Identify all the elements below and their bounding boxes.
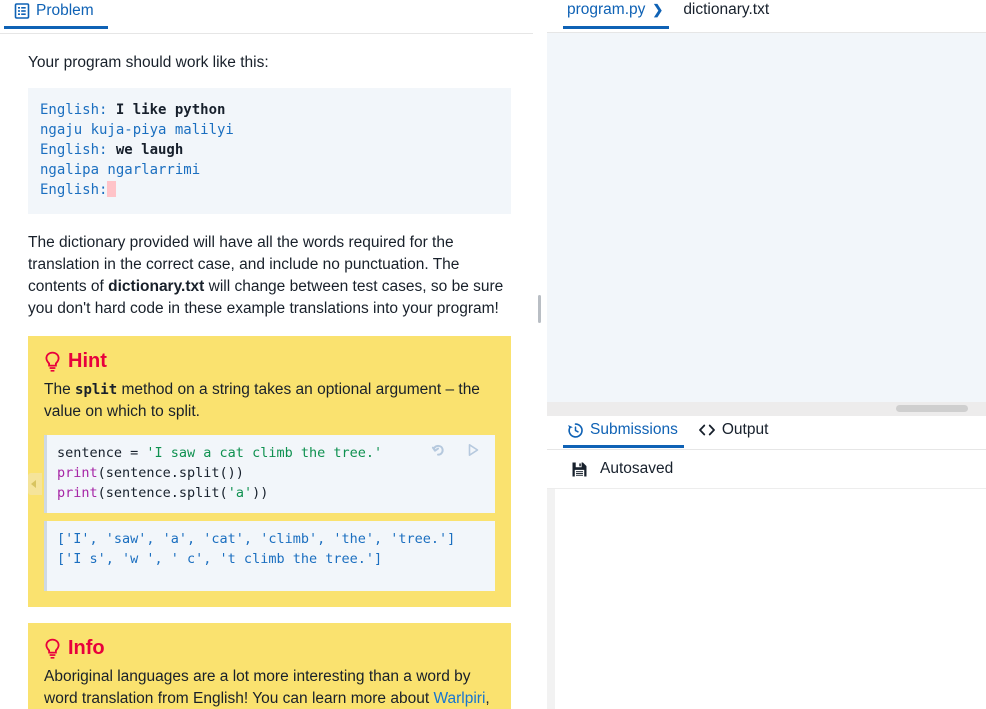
floppy-save-icon	[571, 461, 588, 478]
hint-code-line3-b: ))	[252, 485, 269, 501]
hint-output-line2: ['I s', 'w ', ' c', 't climb the tree.']	[57, 551, 383, 567]
undo-arrow-icon[interactable]	[429, 441, 447, 459]
sample-console-output: English: I like python ngaju kuja-piya m…	[28, 88, 511, 214]
hint-editor-wrap: sentence = 'I saw a cat climb the tree.'…	[28, 435, 495, 591]
hint-callout: Hint The split method on a string takes …	[28, 336, 511, 607]
tab-output[interactable]: Output	[694, 420, 785, 447]
hint-code-line2-fn: print	[57, 465, 98, 481]
intro-text: Your program should work like this:	[28, 54, 269, 71]
info-body: Aboriginal languages are a lot more inte…	[44, 666, 495, 709]
hint-code-line1-a: sentence =	[57, 445, 147, 461]
hint-code-output: ['I', 'saw', 'a', 'cat', 'climb', 'the',…	[44, 521, 495, 591]
hint-code-line1-string: 'I saw a cat climb the tree.'	[146, 445, 383, 461]
tab-output-label: Output	[721, 421, 769, 438]
hint-editor-actions	[429, 441, 481, 459]
hint-code-line3-string: 'a'	[227, 485, 253, 501]
hint-code-line2-rest: (sentence.split())	[97, 465, 244, 481]
tab-problem[interactable]: Problem	[4, 0, 108, 29]
description-text: The dictionary provided will have all th…	[28, 232, 505, 320]
autosave-status-row: Autosaved	[547, 450, 986, 489]
play-icon[interactable]	[465, 442, 481, 458]
tab-dictionary-txt[interactable]: dictionary.txt	[679, 0, 785, 28]
sample-input-2: we laugh	[115, 142, 184, 158]
editor-hscroll-thumb[interactable]	[896, 405, 968, 412]
tab-submissions-label: Submissions	[590, 421, 678, 438]
sample-translation-1: ngaju kuja-piya malilyi	[40, 122, 234, 138]
hint-title-label: Hint	[68, 350, 107, 372]
code-editor[interactable]	[547, 33, 986, 416]
hint-body: The split method on a string takes an op…	[44, 379, 495, 423]
lightbulb-icon	[44, 638, 61, 659]
tab-dictionary-txt-label: dictionary.txt	[683, 1, 770, 18]
file-tabbar: program.py ❯ dictionary.txt	[547, 0, 986, 33]
tab-problem-label: Problem	[36, 2, 94, 19]
problem-tabbar: Problem	[0, 0, 533, 34]
info-title-row: Info	[44, 637, 495, 660]
editor-hscroll-track[interactable]	[547, 402, 986, 416]
hint-inline-code: split	[75, 382, 118, 398]
sample-prompt-1: English:	[40, 102, 116, 118]
problem-panel: Problem Your program should work like th…	[0, 0, 533, 709]
hint-text-1: The	[44, 381, 76, 398]
console-cursor	[107, 181, 117, 197]
sample-prompt-3: English:	[40, 182, 108, 198]
info-callout: Info Aboriginal languages are a lot more…	[28, 623, 511, 709]
hint-code-editor[interactable]: sentence = 'I saw a cat climb the tree.'…	[44, 435, 495, 513]
description-filename: dictionary.txt	[108, 278, 205, 295]
splitter-grip[interactable]	[538, 295, 541, 323]
link-warlpiri[interactable]: Warlpiri	[433, 690, 485, 707]
lightbulb-icon	[44, 351, 61, 372]
document-list-icon	[14, 3, 30, 19]
problem-content-scroll[interactable]: Your program should work like this: Engl…	[0, 34, 533, 709]
ide-app: Problem Your program should work like th…	[0, 0, 986, 709]
hint-editor-collapse-handle[interactable]	[28, 473, 42, 495]
hint-code-line3-a: (sentence.split(	[97, 485, 228, 501]
sample-prompt-2: English:	[40, 142, 116, 158]
code-brackets-icon	[698, 423, 716, 437]
info-title-label: Info	[68, 637, 105, 659]
chevron-right-icon: ❯	[652, 2, 664, 17]
editor-panel: program.py ❯ dictionary.txt Submissions …	[547, 0, 986, 709]
sample-translation-2: ngalipa ngarlarrimi	[40, 162, 201, 178]
submissions-list	[547, 489, 986, 709]
tab-program-py-label: program.py	[567, 1, 646, 18]
panel-splitter[interactable]	[533, 0, 547, 709]
hint-code-line3-fn: print	[57, 485, 98, 501]
hint-title-row: Hint	[44, 350, 495, 373]
hint-output-line1: ['I', 'saw', 'a', 'cat', 'climb', 'the',…	[57, 531, 456, 547]
results-tabbar: Submissions Output	[547, 416, 986, 450]
tab-program-py[interactable]: program.py ❯	[563, 0, 679, 29]
autosave-status-label: Autosaved	[600, 460, 674, 477]
tab-submissions[interactable]: Submissions	[563, 420, 694, 448]
history-icon	[567, 422, 584, 439]
info-text-1: Aboriginal languages are a lot more inte…	[44, 668, 471, 707]
sample-input-1: I like python	[115, 102, 226, 118]
info-sep-1: ,	[485, 690, 490, 707]
